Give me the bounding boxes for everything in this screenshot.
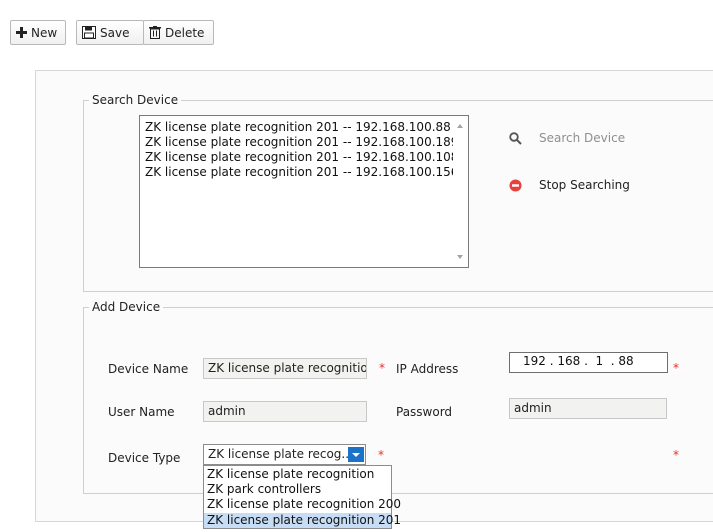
delete-button[interactable]: Delete — [143, 20, 214, 45]
save-button-label: Save — [100, 25, 130, 40]
required-mark: * — [673, 448, 679, 462]
trash-icon — [149, 26, 161, 39]
search-device-label: Search Device — [539, 131, 626, 145]
list-item[interactable]: ZK license plate recognition 201 -- 192.… — [145, 150, 458, 164]
device-type-label: Device Type — [108, 451, 181, 465]
search-device-legend: Search Device — [92, 93, 179, 107]
required-mark: * — [378, 448, 384, 462]
dropdown-option[interactable]: ZK license plate recognition — [204, 467, 391, 482]
new-button-label: New — [31, 25, 58, 40]
user-name-label: User Name — [108, 405, 175, 419]
stop-searching-label: Stop Searching — [539, 178, 630, 192]
ip-address-label: IP Address — [396, 362, 459, 376]
device-name-field[interactable]: ZK license plate recognition — [203, 358, 367, 379]
required-mark: * — [673, 361, 679, 375]
dropdown-option[interactable]: ZK park controllers — [204, 482, 391, 497]
user-name-field[interactable]: admin — [203, 401, 367, 422]
magnifier-icon — [505, 131, 525, 145]
plus-icon — [16, 27, 27, 38]
password-label: Password — [396, 405, 453, 419]
scroll-up-arrow-icon[interactable] — [457, 124, 463, 128]
required-mark: * — [379, 361, 385, 375]
ip-address-field[interactable]: 192 . 168 . 1 . 88 — [509, 352, 668, 373]
scroll-down-arrow-icon[interactable] — [457, 255, 463, 259]
device-name-label: Device Name — [108, 362, 189, 376]
list-item[interactable]: ZK license plate recognition 201 -- 192.… — [145, 120, 451, 134]
dropdown-option[interactable]: ZK license plate recognition 200 — [204, 497, 401, 512]
search-device-button[interactable]: Search Device — [505, 131, 625, 145]
device-type-dropdown-list[interactable]: ZK license plate recognition ZK park con… — [203, 465, 401, 529]
device-type-select[interactable]: ZK license plate recog... — [203, 444, 366, 465]
stop-icon — [505, 179, 525, 192]
list-item[interactable]: ZK license plate recognition 201 -- 192.… — [145, 165, 458, 179]
dropdown-option-selected[interactable]: ZK license plate recognition 201 — [204, 513, 401, 528]
delete-button-label: Delete — [165, 25, 205, 40]
stop-searching-button[interactable]: Stop Searching — [505, 178, 630, 192]
device-type-selected-value: ZK license plate recog... — [208, 447, 353, 461]
password-field[interactable]: admin — [509, 398, 667, 419]
new-button[interactable]: New — [10, 20, 66, 45]
add-device-legend: Add Device — [92, 300, 161, 314]
floppy-disk-icon — [82, 26, 96, 39]
listbox-scrollbar[interactable] — [453, 116, 468, 267]
device-listbox[interactable]: ZK license plate recognition 201 -- 192.… — [139, 115, 469, 268]
save-button[interactable]: Save — [76, 20, 144, 45]
chevron-down-icon[interactable] — [348, 447, 364, 462]
list-item[interactable]: ZK license plate recognition 201 -- 192.… — [145, 135, 458, 149]
